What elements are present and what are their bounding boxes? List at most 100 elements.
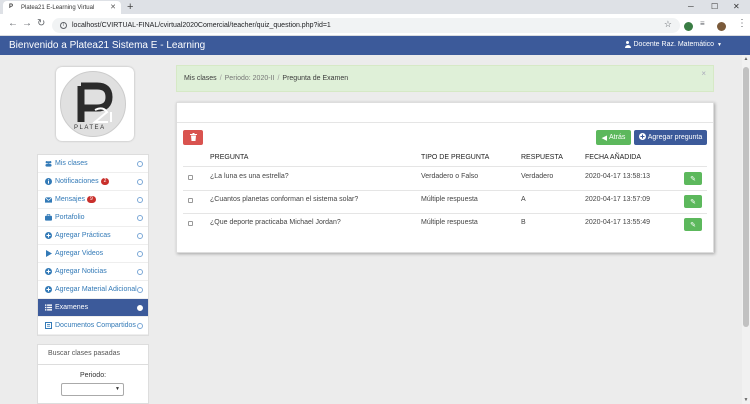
add-question-button[interactable]: Agregar pregunta — [634, 130, 707, 145]
sidebar-item-agregar-material[interactable]: Agregar Material Adicional — [38, 281, 148, 299]
sidebar-item-label: Agregar Material Adicional — [55, 286, 137, 293]
question-cell: ¿La luna es una estrella? — [210, 173, 289, 180]
edit-button[interactable]: ✎ — [684, 172, 702, 185]
scroll-down-icon[interactable]: ▼ — [742, 397, 750, 403]
bookmark-star-icon[interactable]: ☆ — [664, 19, 672, 30]
sidebar-item-agregar-videos[interactable]: Agregar Videos — [38, 245, 148, 263]
browser-toolbar: ← → ↻ i localhost/CVIRTUAL-FINAL/cvirtua… — [0, 14, 750, 36]
sidebar-item-label: Agregar Videos — [55, 250, 104, 257]
breadcrumb-pregunta: Pregunta de Examen — [282, 75, 349, 82]
menu-dots-icon[interactable]: ⋮ — [737, 18, 747, 30]
sidebar-item-label: Agregar Noticias — [55, 268, 107, 275]
sidebar-item-mis-clases[interactable]: Mis clases — [38, 155, 148, 173]
edit-button[interactable]: ✎ — [684, 195, 702, 208]
sidebar-item-label: Examenes — [55, 304, 89, 311]
scroll-thumb[interactable] — [743, 67, 749, 327]
sidebar-item-label: Agregar Prácticas — [55, 232, 111, 239]
back-button[interactable]: ◀ Atrás — [596, 130, 631, 145]
circle-icon — [137, 233, 143, 239]
row-checkbox[interactable] — [188, 221, 193, 226]
plus-circle-icon — [45, 286, 52, 293]
info-circle-icon — [45, 178, 52, 185]
suitcase-icon — [45, 214, 52, 221]
circle-icon — [137, 161, 143, 167]
sidebar-item-label: Notificaciones — [55, 178, 99, 185]
date-cell: 2020-04-17 13:57:09 — [585, 196, 650, 203]
sidebar-item-agregar-noticias[interactable]: Agregar Noticias — [38, 263, 148, 281]
circle-icon — [137, 287, 143, 293]
period-label: Periodo: — [79, 372, 107, 379]
circle-icon — [137, 323, 143, 329]
extension-icon[interactable] — [684, 22, 693, 31]
scroll-up-icon[interactable]: ▲ — [742, 56, 750, 62]
column-header-pregunta: PREGUNTA — [210, 154, 249, 161]
close-icon[interactable]: × — [701, 69, 706, 78]
column-header-fecha: FECHA AÑADIDA — [585, 154, 642, 161]
info-icon[interactable]: i — [60, 22, 67, 29]
minimize-icon[interactable]: ─ — [688, 2, 694, 11]
media-icon[interactable]: ≡ — [700, 18, 705, 30]
circle-icon — [137, 251, 143, 257]
divider — [38, 364, 148, 365]
page-title: Bienvenido a Platea21 Sistema E - Learni… — [9, 40, 206, 51]
table-divider — [183, 213, 707, 214]
sidebar-item-documentos-compartidos[interactable]: Documentos Compartidos — [38, 317, 148, 335]
browser-tab-bar: P Platea21 E-Learning Virtual ✕ + ─ ☐ ✕ — [0, 0, 750, 14]
logo-text: PLATEA — [74, 125, 106, 131]
pencil-icon: ✎ — [690, 198, 696, 206]
answer-cell: Verdadero — [521, 173, 554, 180]
date-cell: 2020-04-17 13:58:13 — [585, 173, 650, 180]
back-label: Atrás — [609, 134, 626, 141]
sidebar-item-label: Documentos Compartidos — [55, 322, 136, 329]
sidebar-item-notificaciones[interactable]: Notificaciones 2 — [38, 173, 148, 191]
page-scrollbar[interactable]: ▲ ▼ — [742, 55, 750, 404]
sidebar-item-mensajes[interactable]: Mensajes 9 — [38, 191, 148, 209]
sidebar-item-agregar-practicas[interactable]: Agregar Prácticas — [38, 227, 148, 245]
close-tab-icon[interactable]: ✕ — [110, 3, 116, 11]
delete-button[interactable] — [183, 130, 203, 145]
breadcrumb-mis-clases[interactable]: Mis clases — [184, 75, 217, 82]
add-question-label: Agregar pregunta — [647, 134, 703, 141]
user-icon — [624, 41, 631, 48]
app-navbar: Bienvenido a Platea21 Sistema E - Learni… — [0, 36, 750, 55]
sidebar-item-label: Portafolio — [55, 214, 85, 221]
plus-circle-icon — [45, 268, 52, 275]
type-cell: Múltiple respuesta — [421, 219, 478, 226]
caret-down-icon: ▼ — [115, 386, 120, 392]
list-icon — [45, 304, 52, 311]
circle-icon — [137, 179, 143, 185]
divider — [177, 122, 713, 123]
platea-favicon-icon: P — [9, 4, 14, 10]
edit-button[interactable]: ✎ — [684, 218, 702, 231]
row-checkbox[interactable] — [188, 175, 193, 180]
avatar[interactable] — [717, 22, 726, 31]
user-name: Docente Raz. Matemático — [633, 41, 715, 48]
new-tab-button[interactable]: + — [127, 1, 133, 13]
column-header-tipo: TIPO DE PREGUNTA — [421, 154, 490, 161]
sidebar-item-examenes[interactable]: Examenes — [38, 299, 148, 317]
date-cell: 2020-04-17 13:55:49 — [585, 219, 650, 226]
user-menu[interactable]: Docente Raz. Matemático ▼ — [624, 41, 722, 48]
browser-tab[interactable]: P Platea21 E-Learning Virtual ✕ — [3, 1, 121, 14]
pencil-icon: ✎ — [690, 175, 696, 183]
row-checkbox[interactable] — [188, 198, 193, 203]
address-bar[interactable]: i localhost/CVIRTUAL-FINAL/cvirtual2020C… — [52, 18, 680, 33]
past-classes-title: Buscar clases pasadas — [48, 350, 120, 357]
answer-cell: B — [521, 219, 526, 226]
type-cell: Múltiple respuesta — [421, 196, 478, 203]
breadcrumb-separator: / — [219, 75, 222, 82]
notification-badge: 2 — [100, 178, 110, 185]
maximize-icon[interactable]: ☐ — [711, 2, 718, 11]
sidebar-menu: Mis clases Notificaciones 2 Mensajes 9 P… — [37, 154, 149, 336]
circle-icon — [137, 305, 143, 311]
sidebar-item-portafolio[interactable]: Portafolio — [38, 209, 148, 227]
period-select[interactable]: ▼ — [61, 383, 124, 396]
caret-down-icon: ▼ — [717, 41, 722, 48]
back-arrow-icon[interactable]: ← — [8, 18, 18, 30]
forward-arrow-icon[interactable]: → — [22, 18, 32, 30]
close-window-icon[interactable]: ✕ — [733, 2, 740, 11]
reload-icon[interactable]: ↻ — [37, 18, 45, 30]
file-icon — [45, 322, 52, 329]
plus-circle-icon — [638, 133, 646, 142]
breadcrumb: Mis clases / Periodo: 2020-II / Pregunta… — [176, 65, 714, 92]
